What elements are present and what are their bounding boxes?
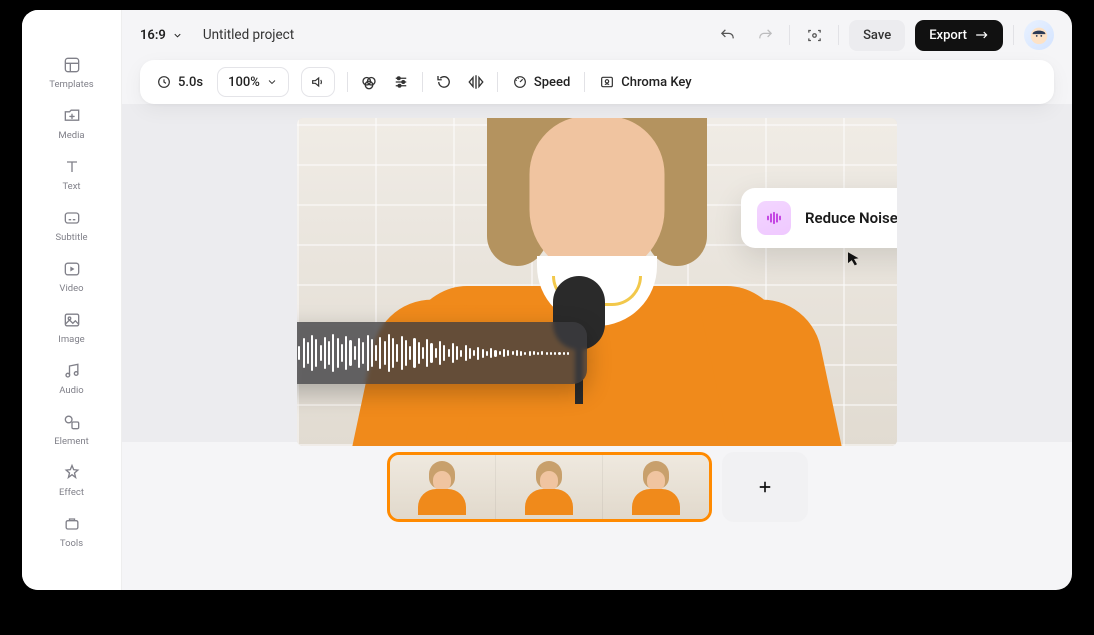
audio-waveform-overlay <box>297 322 587 384</box>
rotate-icon[interactable] <box>435 73 453 91</box>
adjust-icon[interactable] <box>392 73 410 91</box>
aspect-ratio-value: 16:9 <box>140 28 166 43</box>
undo-icon <box>719 27 736 44</box>
clip-thumb <box>390 455 496 519</box>
divider <box>497 72 498 92</box>
redo-button[interactable] <box>751 21 779 49</box>
undo-button[interactable] <box>713 21 741 49</box>
divider <box>422 72 423 92</box>
sidebar-item-element[interactable]: Element <box>37 409 107 450</box>
canvas-area: Reduce Noise <box>140 118 1054 522</box>
chevron-down-icon <box>266 76 278 88</box>
speed-button[interactable]: Speed <box>510 67 572 97</box>
cursor-icon <box>845 248 863 270</box>
main-area: 16:9 Untitled project Save Export <box>122 10 1072 590</box>
sidebar-label: Media <box>58 130 84 141</box>
audio-icon <box>62 361 82 381</box>
sidebar: Templates Media Text Subtitle Video Imag… <box>22 10 122 590</box>
divider <box>584 72 585 92</box>
toolbar: 5.0s 100% Speed <box>140 60 1054 104</box>
chroma-icon <box>599 74 615 90</box>
sidebar-item-image[interactable]: Image <box>37 307 107 348</box>
reduce-noise-card[interactable]: Reduce Noise <box>741 188 897 248</box>
scan-icon <box>806 27 823 44</box>
export-label: Export <box>929 28 967 43</box>
element-icon <box>62 412 82 432</box>
templates-icon <box>62 55 82 75</box>
add-clip-button[interactable] <box>722 452 808 522</box>
divider <box>347 72 348 92</box>
sidebar-item-tools[interactable]: Tools <box>37 511 107 552</box>
tools-icon <box>62 514 82 534</box>
media-icon <box>62 106 82 126</box>
sidebar-item-effect[interactable]: Effect <box>37 460 107 501</box>
chevron-down-icon <box>172 30 183 41</box>
sidebar-label: Tools <box>60 538 83 549</box>
arrow-right-icon <box>975 30 989 40</box>
divider <box>789 25 790 45</box>
zoom-chip[interactable]: 100% <box>217 67 289 97</box>
user-avatar[interactable] <box>1024 20 1054 50</box>
zoom-value: 100% <box>228 75 260 90</box>
divider <box>1013 25 1014 45</box>
divider <box>838 25 839 45</box>
sidebar-item-media[interactable]: Media <box>37 103 107 144</box>
subtitle-icon <box>62 208 82 228</box>
duration-value: 5.0s <box>178 75 203 90</box>
chroma-button[interactable]: Chroma Key <box>597 67 693 97</box>
clock-icon <box>156 74 172 90</box>
project-title[interactable]: Untitled project <box>203 27 294 43</box>
sidebar-label: Image <box>58 334 84 345</box>
sidebar-label: Video <box>59 283 83 294</box>
flip-icon[interactable] <box>467 73 485 91</box>
text-icon <box>62 157 82 177</box>
video-preview[interactable]: Reduce Noise <box>297 118 897 446</box>
video-icon <box>62 259 82 279</box>
save-button[interactable]: Save <box>849 20 905 51</box>
sidebar-label: Subtitle <box>55 232 87 243</box>
sidebar-label: Effect <box>59 487 84 498</box>
color-icon[interactable] <box>360 73 378 91</box>
speed-label: Speed <box>534 75 570 90</box>
sidebar-item-templates[interactable]: Templates <box>37 52 107 93</box>
sidebar-label: Text <box>62 181 80 192</box>
timeline-track <box>387 452 808 522</box>
crop-button[interactable] <box>800 21 828 49</box>
app-window: Templates Media Text Subtitle Video Imag… <box>22 10 1072 590</box>
chroma-label: Chroma Key <box>621 75 691 90</box>
export-button[interactable]: Export <box>915 20 1003 51</box>
sidebar-item-video[interactable]: Video <box>37 256 107 297</box>
sidebar-item-text[interactable]: Text <box>37 154 107 195</box>
clip-thumb <box>602 455 709 519</box>
sidebar-item-subtitle[interactable]: Subtitle <box>37 205 107 246</box>
sidebar-label: Audio <box>59 385 83 396</box>
duration-chip[interactable]: 5.0s <box>154 67 205 97</box>
sidebar-item-audio[interactable]: Audio <box>37 358 107 399</box>
aspect-ratio-selector[interactable]: 16:9 <box>140 28 183 43</box>
speed-icon <box>512 74 528 90</box>
image-icon <box>62 310 82 330</box>
avatar-icon <box>1028 24 1050 46</box>
clip-thumb <box>495 455 602 519</box>
topbar: 16:9 Untitled project Save Export <box>122 10 1072 60</box>
plus-icon <box>756 478 774 496</box>
preview-subject <box>377 136 817 446</box>
redo-icon <box>757 27 774 44</box>
volume-button[interactable] <box>301 67 335 97</box>
reduce-noise-label: Reduce Noise <box>805 209 897 227</box>
timeline-clip[interactable] <box>387 452 712 522</box>
sidebar-label: Element <box>54 436 88 447</box>
reduce-noise-icon <box>757 201 791 235</box>
sidebar-label: Templates <box>49 79 93 90</box>
volume-icon <box>310 74 326 90</box>
effect-icon <box>62 463 82 483</box>
